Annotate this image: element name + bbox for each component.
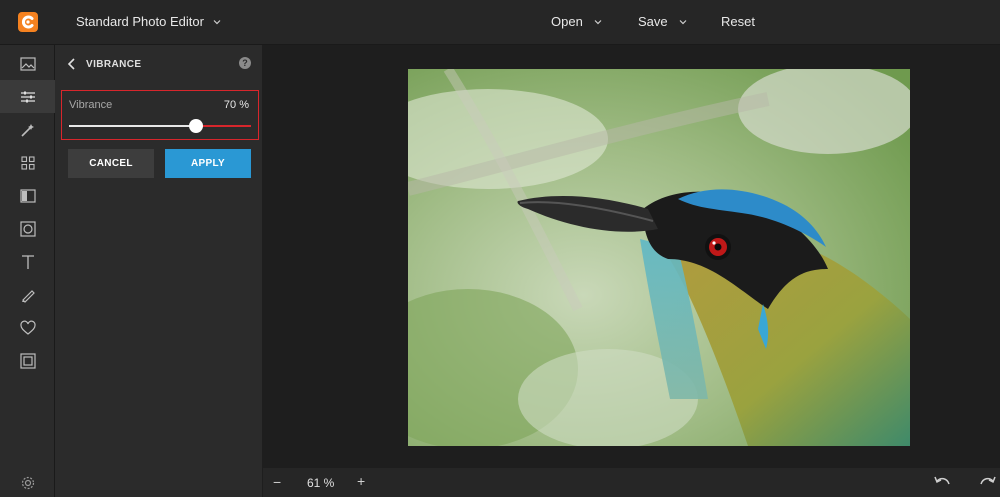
frames-icon xyxy=(19,188,36,203)
canvas-area xyxy=(263,45,1000,468)
apply-button[interactable]: APPLY xyxy=(165,149,251,178)
adjustments-icon xyxy=(20,91,35,102)
reset-button[interactable]: Reset xyxy=(721,14,755,29)
app-title-dropdown[interactable]: Standard Photo Editor xyxy=(76,14,222,29)
text-icon xyxy=(21,254,34,269)
back-chevron-icon[interactable] xyxy=(65,56,79,72)
chevron-down-icon xyxy=(594,19,602,24)
vibrance-panel: VIBRANCE ? Vibrance 70 % CANCEL APPLY xyxy=(55,45,263,497)
vibrance-slider-fill xyxy=(69,125,197,127)
undo-icon[interactable] xyxy=(933,475,951,489)
heart-icon xyxy=(19,320,36,335)
effects-grid-icon xyxy=(20,155,35,170)
save-menu[interactable]: Save xyxy=(638,14,688,29)
save-menu-label: Save xyxy=(638,14,668,29)
rail-frames-button[interactable] xyxy=(0,179,55,212)
cancel-button[interactable]: CANCEL xyxy=(68,149,154,178)
rail-border-button[interactable] xyxy=(0,344,55,377)
rail-effects-button[interactable] xyxy=(0,146,55,179)
app-logo[interactable] xyxy=(17,11,39,33)
rail-adjustments-button[interactable] xyxy=(0,80,55,113)
settings-icon xyxy=(21,476,34,489)
magic-wand-icon xyxy=(20,123,34,137)
vibrance-slider-thumb[interactable] xyxy=(189,119,204,133)
top-bar: Standard Photo Editor Open Save Reset xyxy=(0,0,1000,45)
tool-rail xyxy=(0,45,55,497)
rail-stickers-button[interactable] xyxy=(0,311,55,344)
vignette-icon xyxy=(19,220,36,237)
bottom-bar: − 61 % + xyxy=(263,468,1000,497)
draw-icon xyxy=(21,289,35,303)
rail-text-button[interactable] xyxy=(0,245,55,278)
help-icon[interactable]: ? xyxy=(239,57,251,69)
rail-draw-button[interactable] xyxy=(0,278,55,311)
vibrance-value: 70 % xyxy=(223,99,249,111)
rail-magic-button[interactable] xyxy=(0,113,55,146)
vibrance-slider[interactable] xyxy=(69,119,251,133)
chevron-down-icon xyxy=(213,19,221,24)
chevron-down-icon xyxy=(679,19,687,24)
border-icon xyxy=(19,352,36,369)
open-menu[interactable]: Open xyxy=(551,14,603,29)
vibrance-label: Vibrance xyxy=(69,99,113,111)
zoom-out-button[interactable]: − xyxy=(273,474,281,490)
vibrance-slider-group: Vibrance 70 % xyxy=(61,90,259,140)
reset-button-label: Reset xyxy=(721,14,755,29)
photo-preview[interactable] xyxy=(408,69,910,446)
zoom-in-button[interactable]: + xyxy=(357,473,365,489)
open-menu-label: Open xyxy=(551,14,583,29)
panel-header: VIBRANCE ? xyxy=(55,45,263,83)
redo-icon[interactable] xyxy=(979,475,997,489)
rail-image-button[interactable] xyxy=(0,47,55,80)
app-title: Standard Photo Editor xyxy=(76,14,204,29)
image-icon xyxy=(19,56,36,71)
bird-photo xyxy=(408,69,910,446)
panel-title: VIBRANCE xyxy=(86,59,142,70)
rail-vignette-button[interactable] xyxy=(0,212,55,245)
rail-settings-button[interactable] xyxy=(0,466,55,497)
zoom-level: 61 % xyxy=(307,476,335,490)
